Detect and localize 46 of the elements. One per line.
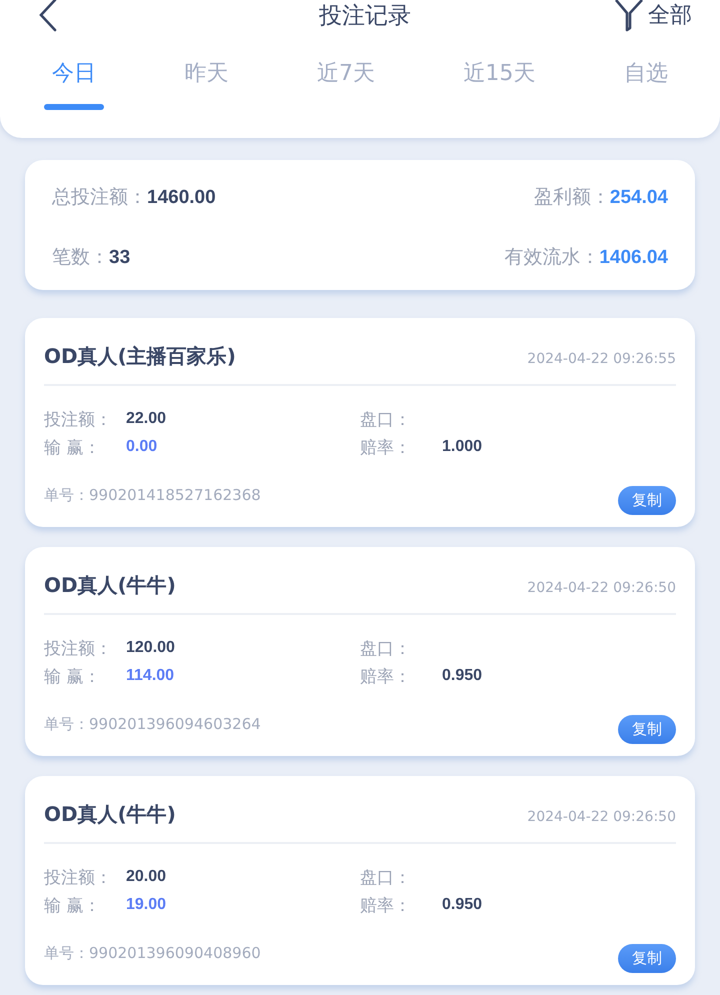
order-number: 单号：990201396094603264 <box>44 715 261 734</box>
field-label: 盘口： <box>360 408 412 430</box>
field-label: 赔率： <box>360 436 412 458</box>
bet-time: 2024-04-22 09:26:50 <box>527 580 676 596</box>
date-tab[interactable]: 自选 <box>616 52 676 110</box>
date-tab[interactable]: 昨天 <box>176 52 237 110</box>
win-value: 0.00 <box>126 438 158 456</box>
profit-label: 盈利额：254.04 <box>534 185 668 210</box>
stake-value: 20.00 <box>126 868 166 886</box>
order-number: 单号：990201396090408960 <box>44 944 261 963</box>
game-name: OD真人(主播百家乐) <box>44 343 236 370</box>
field-label: 投注额： <box>44 408 113 430</box>
field-label: 盘口： <box>360 638 412 660</box>
field-label: 输 赢： <box>44 894 102 916</box>
back-icon[interactable] <box>38 0 58 32</box>
page-title: 投注记录 <box>319 2 411 30</box>
game-name: OD真人(牛牛) <box>44 572 176 599</box>
funnel-icon <box>614 0 644 32</box>
bet-time: 2024-04-22 09:26:50 <box>527 809 676 825</box>
field-label: 投注额： <box>44 866 113 888</box>
odds-value: 0.950 <box>442 667 482 685</box>
date-tab[interactable]: 近7天 <box>308 52 383 110</box>
field-label: 盘口： <box>360 866 412 888</box>
field-label: 投注额： <box>44 638 113 660</box>
bet-time: 2024-04-22 09:26:55 <box>527 351 676 367</box>
bet-count-label: 笔数：33 <box>52 245 130 270</box>
win-value: 19.00 <box>126 896 166 914</box>
copy-button[interactable]: 复制 <box>618 486 676 515</box>
odds-value: 0.950 <box>442 896 482 914</box>
win-value: 114.00 <box>126 667 174 685</box>
copy-button[interactable]: 复制 <box>618 715 676 744</box>
field-label: 输 赢： <box>44 436 102 458</box>
copy-button[interactable]: 复制 <box>618 944 676 973</box>
total-stake-label: 总投注额：1460.00 <box>52 185 216 210</box>
game-name: OD真人(牛牛) <box>44 801 176 828</box>
date-tab[interactable]: 今日 <box>44 52 104 110</box>
field-label: 赔率： <box>360 894 412 916</box>
order-number: 单号：990201418527162368 <box>44 486 261 505</box>
stake-value: 120.00 <box>126 639 175 657</box>
turnover-label: 有效流水：1406.04 <box>504 245 668 270</box>
field-label: 赔率： <box>360 666 412 688</box>
field-label: 输 赢： <box>44 666 102 688</box>
stake-value: 22.00 <box>126 410 166 428</box>
date-tab[interactable]: 近15天 <box>455 52 544 110</box>
filter-button[interactable]: 全部 <box>614 0 692 32</box>
odds-value: 1.000 <box>442 438 482 456</box>
